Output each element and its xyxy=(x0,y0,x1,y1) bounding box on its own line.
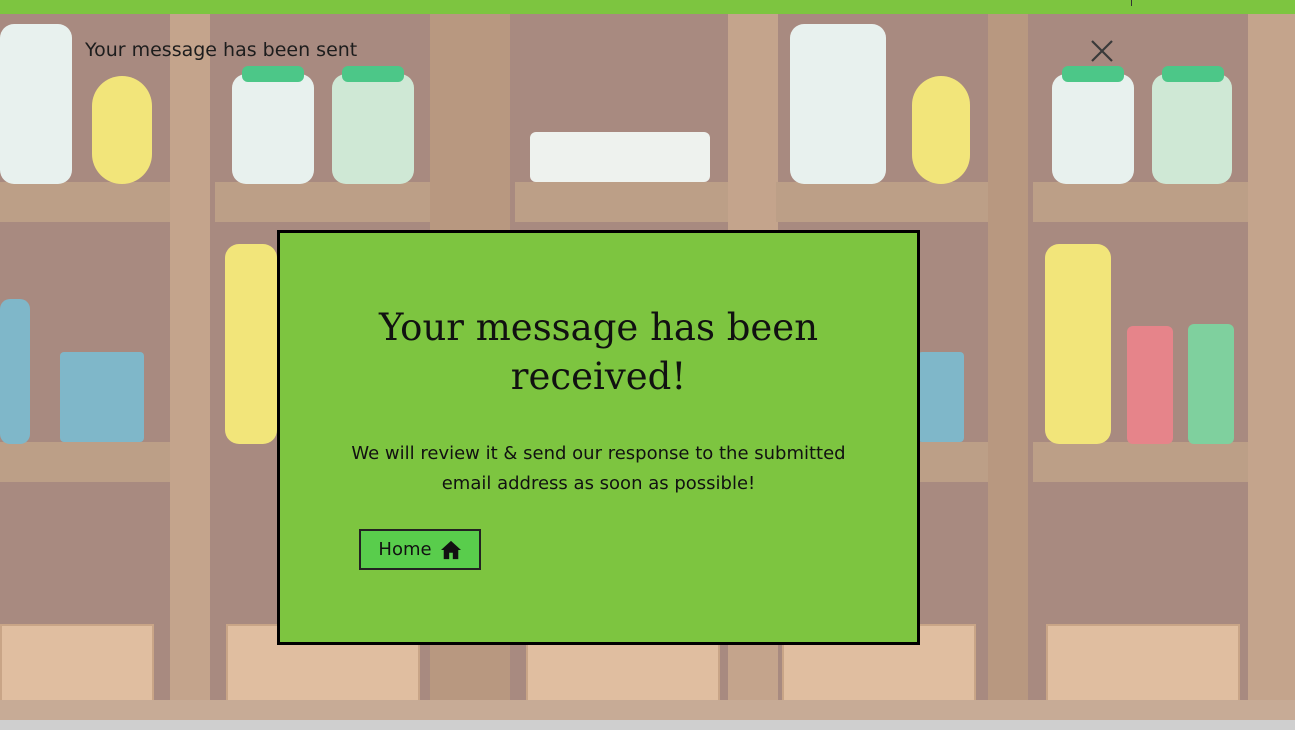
toast-message: Your message has been sent xyxy=(85,39,358,61)
bottle-illustration xyxy=(92,76,152,184)
shelf-board xyxy=(0,182,170,222)
close-icon xyxy=(1091,40,1113,62)
crate-illustration xyxy=(0,624,154,704)
jar-illustration xyxy=(790,24,886,184)
modal-body: We will review it & send our response to… xyxy=(351,443,846,494)
jar-illustration xyxy=(232,74,314,184)
shelf-floor xyxy=(0,700,1295,720)
shelf-board xyxy=(1033,182,1248,222)
tin-illustration xyxy=(918,352,964,442)
jar-lid xyxy=(1162,66,1224,82)
page-bottom-strip xyxy=(0,720,1295,730)
shelf-board xyxy=(215,182,430,222)
shelf-post xyxy=(988,14,1028,720)
home-icon xyxy=(440,540,461,559)
confirmation-modal: Your message has been received! We will … xyxy=(277,230,920,645)
shelf-post xyxy=(1248,14,1295,720)
can-illustration xyxy=(1188,324,1234,444)
bottle-illustration xyxy=(912,76,970,184)
shelf-board xyxy=(915,442,988,482)
shelf-board xyxy=(0,442,170,482)
crate-illustration xyxy=(526,642,720,704)
bottle-illustration xyxy=(1045,244,1111,444)
bottle-illustration xyxy=(225,244,277,444)
jar-illustration xyxy=(1152,74,1232,184)
crate-illustration xyxy=(1046,624,1240,704)
can-illustration xyxy=(1127,326,1173,444)
home-button[interactable]: Home xyxy=(359,529,481,570)
shelf-post xyxy=(170,14,210,720)
close-toast-button[interactable] xyxy=(1089,38,1115,64)
egg-carton-illustration xyxy=(530,132,710,182)
can-illustration xyxy=(0,299,30,444)
jar-lid xyxy=(342,66,404,82)
tin-illustration xyxy=(60,352,144,442)
top-bar xyxy=(0,0,1295,14)
jar-illustration xyxy=(0,24,72,184)
modal-title: Your message has been received! xyxy=(378,306,819,398)
shelf-board xyxy=(515,182,728,222)
home-button-label: Home xyxy=(378,539,432,560)
jar-illustration xyxy=(332,74,414,184)
top-bar-marker xyxy=(1131,0,1132,6)
shelf-board xyxy=(776,182,988,222)
jar-lid xyxy=(1062,66,1124,82)
shelf-board xyxy=(1033,442,1248,482)
jar-illustration xyxy=(1052,74,1134,184)
jar-lid xyxy=(242,66,304,82)
